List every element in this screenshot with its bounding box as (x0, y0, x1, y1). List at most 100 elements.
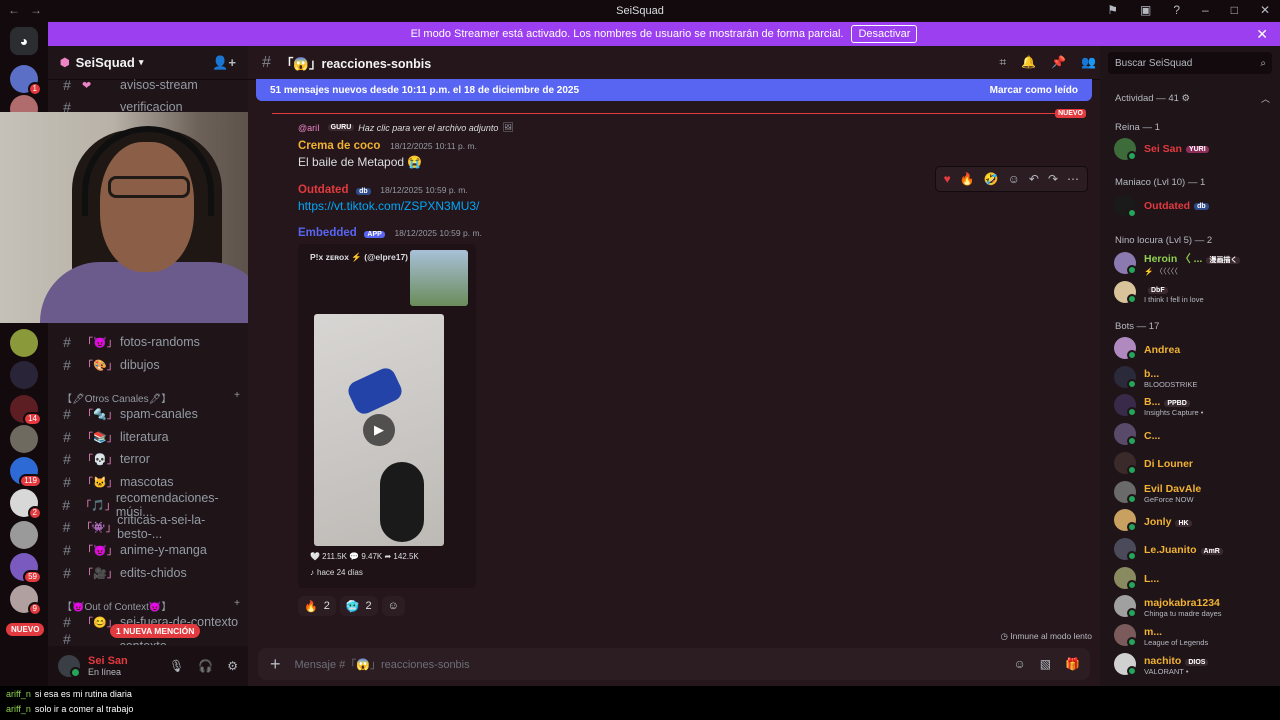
message-composer[interactable]: + Mensaje #「😱」reacciones-sonbis ☺ ▧ 🎁 (258, 648, 1090, 680)
heart-reaction-icon[interactable]: ♥ (944, 172, 951, 186)
embed-video[interactable]: ▶ (314, 314, 444, 546)
reply-preview[interactable]: @ariI GURU Haz clic para ver el archivo … (298, 122, 514, 133)
clock-icon: ◷ (1000, 631, 1008, 641)
close-window-icon[interactable]: ✕ (1260, 3, 1270, 17)
search-input[interactable]: Buscar SeiSquad ⌕ (1108, 52, 1272, 74)
member-item[interactable]: B... PPBD Insights Capture • (1114, 392, 1274, 418)
new-unreads-pill[interactable]: NUEVO (6, 623, 45, 636)
channel-item[interactable]: # 「💀」 terror (56, 448, 244, 470)
server-icon[interactable] (10, 361, 38, 389)
server-icon[interactable] (10, 521, 38, 549)
channel-item[interactable]: # 「🐱」 mascotas (56, 471, 244, 493)
invite-people-icon[interactable]: 👤+ (212, 55, 236, 71)
inbox-icon[interactable]: ▣ (1140, 3, 1151, 17)
headphones-icon[interactable]: 🎧 (198, 659, 213, 673)
window-title: SeiSquad (616, 5, 664, 17)
member-name: Le.Juanito (1144, 544, 1197, 557)
gear-icon[interactable]: ⚙ (227, 659, 238, 673)
mark-as-read-button[interactable]: Marcar como leído (990, 85, 1078, 96)
server-icon[interactable]: 59 (10, 553, 42, 584)
gift-icon[interactable]: 🎁 (1065, 657, 1080, 671)
channel-item[interactable]: # 「😈」 anime-y-manga (56, 539, 244, 561)
member-item[interactable]: Evil DavAle GeForce NOW (1114, 479, 1274, 505)
channel-item[interactable]: # ❤ avisos-stream (56, 74, 244, 96)
embed-thumbnail[interactable] (410, 250, 468, 306)
member-item[interactable]: b... BLOODSTRIKE (1114, 364, 1274, 390)
member-item[interactable]: Heroin 〈 ... 漫画描く ⚡ 〈〈〈〈〈 (1114, 250, 1274, 276)
member-item[interactable]: C... (1114, 421, 1274, 447)
member-item[interactable]: majokabra1234 Chinga tu madre dayes (1114, 593, 1274, 619)
member-list: Buscar SeiSquad ⌕ Actividad — 41 ⚙ ︿ Rei… (1100, 46, 1280, 686)
threads-icon[interactable]: ⌗ (999, 55, 1006, 70)
avatar[interactable] (58, 655, 81, 678)
message-author[interactable]: Embedded (298, 227, 357, 239)
add-reaction-icon[interactable]: ☺ (1008, 172, 1020, 186)
new-messages-bar[interactable]: 51 mensajes nuevos desde 10:11 p.m. el 1… (256, 79, 1092, 101)
channel-item[interactable]: # 「🎥」 edits-chidos (56, 562, 244, 584)
gear-icon[interactable]: ⚙ (1182, 93, 1191, 104)
message-link[interactable]: https://vt.tiktok.com/ZSPXN3MU3/ (298, 199, 479, 213)
member-item[interactable]: Jonly HK (1114, 507, 1274, 533)
disable-streamer-button[interactable]: Desactivar (851, 25, 918, 43)
fire-reaction-icon[interactable]: 🔥 (960, 172, 975, 186)
server-icon[interactable]: 1 (10, 65, 42, 96)
members-icon[interactable]: 👥 (1081, 55, 1096, 70)
server-icon[interactable]: 9 (10, 585, 42, 616)
message-author[interactable]: Outdated (298, 184, 348, 196)
server-icon[interactable] (10, 329, 38, 357)
message-author[interactable]: Crema de coco (298, 140, 380, 152)
server-icon[interactable]: 14 (10, 395, 42, 426)
microphone-icon[interactable]: 🎙 (169, 659, 184, 673)
channel-item[interactable]: # 「😈」 fotos-randoms (56, 331, 244, 353)
play-icon[interactable]: ▶ (363, 414, 395, 446)
member-item[interactable]: DbF I think I fell in love (1114, 279, 1274, 305)
member-item[interactable]: Di Louner (1114, 450, 1274, 476)
member-item[interactable]: m... League of Legends (1114, 622, 1274, 648)
banner-close-icon[interactable]: ✕ (1256, 26, 1268, 43)
hash-icon: # (63, 633, 71, 645)
maximize-icon[interactable]: □ (1231, 3, 1238, 17)
emoji-picker-icon[interactable]: ☺ (1013, 657, 1025, 671)
reply-author: @ariI (298, 122, 320, 133)
gif-icon[interactable]: ▧ (1040, 657, 1051, 671)
banner-text: El modo Streamer está activado. Los nomb… (410, 28, 844, 40)
channel-item[interactable]: # 「👾」 criticas-a-sei-la-besto-... (56, 513, 244, 541)
bell-icon[interactable]: 🔔 (1021, 55, 1036, 70)
message-timestamp: 18/12/2025 10:59 p. m. (380, 185, 468, 195)
channel-item[interactable]: # 「🎨」 dibujos (56, 354, 244, 376)
forward-icon[interactable]: ↷ (1048, 172, 1058, 186)
member-item[interactable]: nachito DIOS VALORANT • (1114, 651, 1274, 677)
server-icon[interactable]: 119 (10, 457, 42, 488)
member-item[interactable]: Outdated db (1114, 193, 1274, 219)
member-item[interactable]: Sei San YURI (1114, 136, 1274, 162)
member-tag: YURI (1185, 145, 1209, 153)
member-tag: HK (1175, 519, 1192, 527)
server-icon[interactable] (10, 425, 38, 453)
attach-plus-icon[interactable]: + (270, 654, 281, 675)
reaction-chip[interactable]: 🥶 2 (339, 596, 378, 616)
channel-item[interactable]: # 「📚」 literatura (56, 426, 244, 448)
member-item[interactable]: Andrea (1114, 335, 1274, 361)
more-options-icon[interactable]: ⋯ (1067, 172, 1079, 186)
minimize-icon[interactable]: – (1202, 3, 1209, 17)
member-item[interactable]: L... (1114, 565, 1274, 591)
pin-icon[interactable]: 📌 (1051, 55, 1066, 70)
channel-item[interactable]: # 「🔩」 spam-canales (56, 403, 244, 425)
reply-icon[interactable]: ↶ (1029, 172, 1039, 186)
avatar (1114, 337, 1137, 360)
help-icon[interactable]: ? (1173, 3, 1180, 17)
server-icon[interactable]: 2 (10, 489, 42, 520)
user-status: En línea (88, 667, 122, 677)
avatar (1114, 394, 1137, 418)
flag-icon[interactable]: ⚑ (1107, 3, 1118, 17)
new-mention-pill[interactable]: 1 NUEVA MENCIÓN (110, 624, 201, 638)
laugh-reaction-icon[interactable]: 🤣 (984, 172, 999, 186)
composer-placeholder[interactable]: Mensaje #「😱」reacciones-sonbis (295, 656, 470, 672)
hash-icon: # (63, 542, 71, 558)
add-reaction-button[interactable]: ☺ (381, 596, 405, 616)
chevron-up-icon[interactable]: ︿ (1261, 92, 1270, 105)
embed-author[interactable]: P!x zᴇʀᴏx ⚡ (@elpre17) (310, 252, 408, 263)
member-item[interactable]: Le.Juanito AmR (1114, 536, 1274, 562)
discord-home-icon[interactable]: ◕ (10, 27, 38, 55)
reaction-chip[interactable]: 🔥 2 (298, 596, 336, 616)
